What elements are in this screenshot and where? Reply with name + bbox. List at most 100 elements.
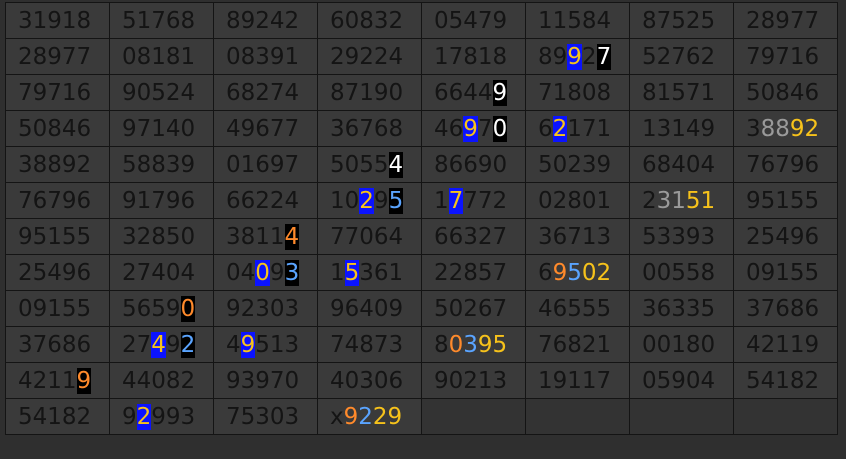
grid-cell: 50239 <box>525 146 630 183</box>
grid-cell: 49677 <box>213 110 318 147</box>
grid-cell: 38114 <box>213 218 318 255</box>
grid-cell: 27404 <box>109 254 214 291</box>
grid-row: 38892 58839 01697 50554 86690 50239 68404 76796 <box>5 146 838 183</box>
cell-digit-group: 8 <box>434 331 449 358</box>
cell-digit-group: 4211 <box>18 367 77 394</box>
cell-digit-group: 3 <box>746 115 761 142</box>
grid-cell: 32850 <box>109 218 214 255</box>
cell-digit-group: 5 <box>344 259 360 286</box>
cell-digit-group: 6644 <box>434 79 493 106</box>
grid-cell: 08181 <box>109 38 214 75</box>
grid-cell: 95155 <box>733 182 838 219</box>
grid-row: 42119 44082 93970 40306 90213 19117 05904 54182 <box>5 362 838 399</box>
grid-cell: 38892 <box>5 146 110 183</box>
cell-digit-group: 9 <box>343 403 359 430</box>
grid-cell: 69502 <box>525 254 630 291</box>
grid-cell: 50846 <box>5 110 110 147</box>
cell-digit-group: 7 <box>477 115 493 142</box>
cell-digit-group: 0 <box>180 295 196 322</box>
grid-cell <box>629 398 734 435</box>
grid-cell: 66224 <box>213 182 318 219</box>
cell-digit-group: 29 <box>372 403 403 430</box>
cell-digit-group: 3811 <box>226 223 285 250</box>
grid-cell: 23151 <box>629 182 734 219</box>
cell-digit-group: 4 <box>284 223 300 250</box>
cell-digit-group: 1 <box>330 259 345 286</box>
grid-cell: 08391 <box>213 38 318 75</box>
grid-cell <box>421 398 526 435</box>
grid-cell: 89927 <box>525 38 630 75</box>
grid-cell: 17772 <box>421 182 526 219</box>
cell-digit-group: 7 <box>596 43 612 70</box>
cell-digit-group: 9 <box>76 367 92 394</box>
grid-cell: 95155 <box>5 218 110 255</box>
grid-cell: 81571 <box>629 74 734 111</box>
grid-cell: 13149 <box>629 110 734 147</box>
cell-digit-group: 361 <box>359 259 404 286</box>
grid-cell: 36768 <box>317 110 422 147</box>
grid-cell: 71808 <box>525 74 630 111</box>
grid-cell: 97140 <box>109 110 214 147</box>
cell-digit-group: x <box>330 403 344 430</box>
cell-digit-group: 3 <box>284 259 300 286</box>
grid-row: 54182 92993 75303 x9229 <box>5 398 838 435</box>
grid-cell: 29224 <box>317 38 422 75</box>
grid-cell: 27492 <box>109 326 214 363</box>
grid-cell: 40306 <box>317 362 422 399</box>
cell-digit-group: 7 <box>448 187 464 214</box>
cell-digit-group: 2 <box>581 43 597 70</box>
grid-cell: 90524 <box>109 74 214 111</box>
cell-digit-group: 88 <box>760 115 790 142</box>
grid-cell: 01697 <box>213 146 318 183</box>
grid-cell: 11584 <box>525 2 630 39</box>
cell-digit-group: 772 <box>463 187 508 214</box>
cell-digit-group: 9 <box>463 115 478 142</box>
grid-cell: 68274 <box>213 74 318 111</box>
cell-digit-group: 02 <box>581 259 612 286</box>
grid-cell: 66327 <box>421 218 526 255</box>
grid-cell: 37686 <box>5 326 110 363</box>
grid-cell: 54182 <box>5 398 110 435</box>
cell-digit-group: 31 <box>656 187 686 214</box>
grid-cell: 19117 <box>525 362 630 399</box>
cell-digit-group: 92 <box>789 115 820 142</box>
grid-cell: 79716 <box>5 74 110 111</box>
grid-cell: 96409 <box>317 290 422 327</box>
grid-cell: 76821 <box>525 326 630 363</box>
cell-digit-group: 6 <box>538 115 553 142</box>
grid-cell: 22857 <box>421 254 526 291</box>
cell-digit-group: 5055 <box>330 151 389 178</box>
grid-cell: 87525 <box>629 2 734 39</box>
grid-cell: 31918 <box>5 2 110 39</box>
grid-cell: x9229 <box>317 398 422 435</box>
grid-cell: 68404 <box>629 146 734 183</box>
grid-cell: 51768 <box>109 2 214 39</box>
grid-row: 76796 91796 66224 10295 17772 02801 23151 95155 <box>5 182 838 219</box>
grid-cell: 17818 <box>421 38 526 75</box>
grid-cell: 58839 <box>109 146 214 183</box>
cell-digit-group: 2 <box>358 403 373 430</box>
cell-digit-group: 0 <box>492 115 508 142</box>
cell-digit-group: 2 <box>359 187 374 214</box>
grid-cell: 42119 <box>733 326 838 363</box>
grid-cell: 25496 <box>5 254 110 291</box>
grid-row: 95155 32850 38114 77064 66327 36713 53393 25496 <box>5 218 838 255</box>
grid-cell: 91796 <box>109 182 214 219</box>
cell-digit-group: 04 <box>226 259 256 286</box>
cell-digit-group: 9 <box>567 43 582 70</box>
cell-digit-group: 513 <box>255 331 300 358</box>
cell-digit-group: 9 <box>552 259 568 286</box>
grid-cell: 54182 <box>733 362 838 399</box>
grid-cell: 77064 <box>317 218 422 255</box>
grid-row: 50846 97140 49677 36768 46970 62171 13149 38892 <box>5 110 838 147</box>
grid-cell: 50267 <box>421 290 526 327</box>
cell-digit-group: 5659 <box>122 295 181 322</box>
grid-cell: 50554 <box>317 146 422 183</box>
cell-digit-group: 9 <box>122 403 137 430</box>
grid-row: 09155 56590 92303 96409 50267 46555 36335 37686 <box>5 290 838 327</box>
grid-row: 25496 27404 04093 15361 22857 69502 00558 09155 <box>5 254 838 291</box>
cell-digit-group: 5 <box>388 187 404 214</box>
grid-cell: 86690 <box>421 146 526 183</box>
cell-digit-group: 4 <box>151 331 166 358</box>
cell-digit-group: 9 <box>269 259 285 286</box>
